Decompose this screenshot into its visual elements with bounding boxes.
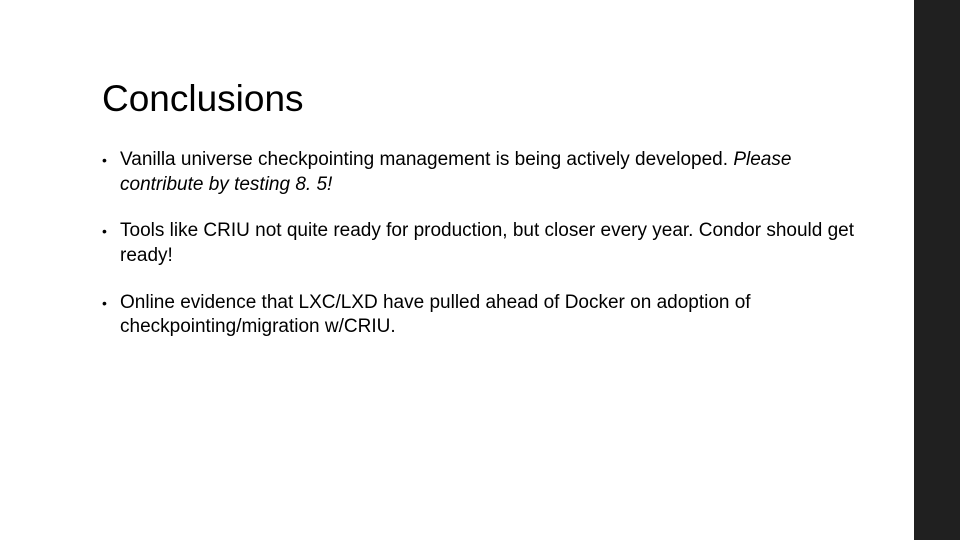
slide-content: Conclusions Vanilla universe checkpointi… <box>0 0 914 540</box>
list-item: Vanilla universe checkpointing managemen… <box>102 148 854 197</box>
list-item: Tools like CRIU not quite ready for prod… <box>102 219 854 268</box>
bullet-text: Tools like CRIU not quite ready for prod… <box>120 220 854 266</box>
slide-title: Conclusions <box>102 78 854 120</box>
slide: Conclusions Vanilla universe checkpointi… <box>0 0 960 540</box>
bullet-list: Vanilla universe checkpointing managemen… <box>102 148 854 340</box>
bullet-text: Online evidence that LXC/LXD have pulled… <box>120 292 751 338</box>
list-item: Online evidence that LXC/LXD have pulled… <box>102 291 854 340</box>
bullet-text: Vanilla universe checkpointing managemen… <box>120 149 733 170</box>
side-accent-bar <box>914 0 960 540</box>
